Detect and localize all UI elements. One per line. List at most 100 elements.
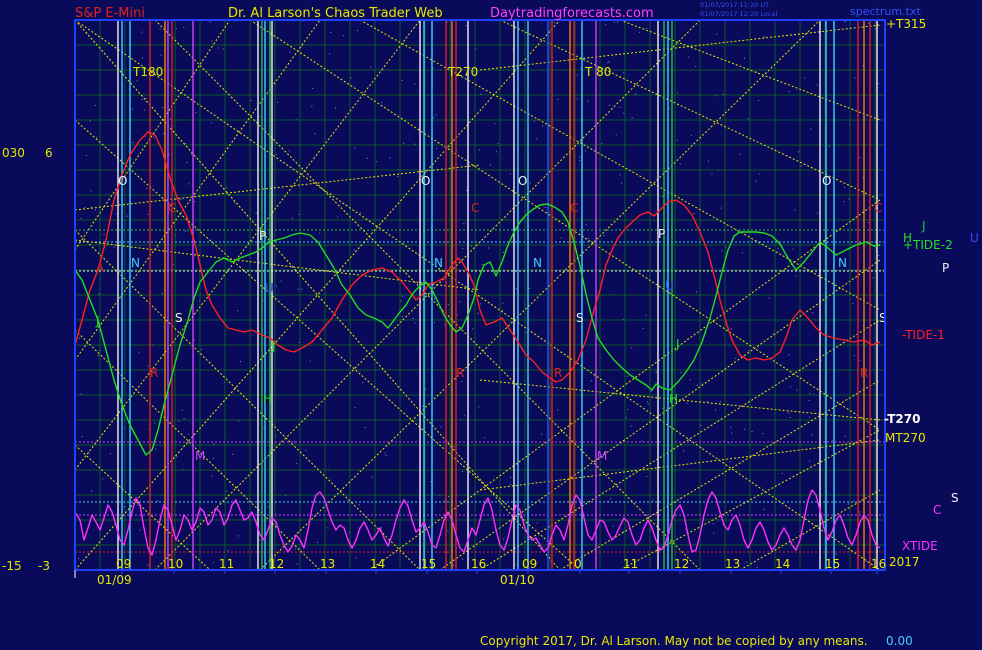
star-dot [84,207,86,209]
star-dot [867,222,869,223]
star-dot [294,441,295,443]
star-dot [319,232,321,234]
star-dot [275,285,277,287]
x-tick-label: 14 [775,557,790,571]
label-mt270: MT270 [885,431,926,445]
star-dot [147,213,149,215]
star-dot [402,295,403,297]
event-letter: H [263,392,272,406]
x-tick-label: 09 [522,557,537,571]
star-dot [259,539,261,541]
star-dot [161,293,163,294]
star-dot [509,173,511,175]
star-dot [453,446,455,448]
star-dot [809,416,811,418]
star-dot [646,476,648,478]
star-dot [630,425,632,427]
star-dot [258,331,260,333]
star-dot [852,302,854,304]
star-dot [872,277,874,279]
x-tick-label: 16 [471,557,486,571]
star-dot [843,187,845,188]
star-dot [695,66,697,67]
star-dot [312,88,314,89]
event-letter: M [597,449,607,463]
star-dot [542,125,544,127]
star-dot [80,217,82,219]
star-dot [362,382,364,383]
star-dot [613,21,615,23]
star-dot [136,80,138,82]
star-dot [853,500,855,502]
star-dot [795,275,797,277]
star-dot [90,190,92,192]
star-dot [113,246,115,248]
star-dot [488,247,489,249]
star-dot [81,436,83,437]
star-dot [642,328,644,329]
star-dot [808,400,810,401]
star-dot [412,318,414,319]
x-tick-label: 10 [168,557,183,571]
star-dot [788,91,790,93]
label-c: C [933,503,941,517]
star-dot [877,83,879,85]
star-dot [758,173,760,175]
star-dot [155,448,157,450]
star-dot [619,174,621,176]
star-dot [145,97,147,99]
x-tick-label: 16 [871,557,886,571]
star-dot [811,434,813,436]
star-dot [544,207,546,208]
star-dot [676,139,678,141]
event-letter: P [658,227,665,241]
star-dot [701,383,703,385]
star-dot [612,525,614,527]
star-dot [484,437,486,439]
date-tick-label: 01/10 [500,573,535,587]
star-dot [296,563,298,565]
star-dot [635,93,636,95]
star-dot [181,409,183,411]
star-dot [843,201,845,203]
star-dot [213,443,215,445]
star-dot [337,216,339,218]
star-dot [787,412,789,414]
star-dot [627,409,629,410]
star-dot [342,35,344,37]
star-dot [159,28,161,30]
star-dot [364,427,366,428]
star-dot [470,245,472,247]
star-dot [223,48,224,50]
star-dot [645,314,647,316]
star-dot [716,33,718,35]
site-url[interactable]: Daytradingforecasts.com [490,6,654,21]
star-dot [157,246,159,248]
star-dot [816,84,818,86]
star-dot [250,100,252,102]
star-dot [226,490,228,492]
star-dot [617,21,618,23]
star-dot [668,108,670,110]
left-axis-top-b: 6 [45,146,53,160]
star-dot [688,56,690,58]
star-dot [126,215,128,217]
star-dot [195,112,197,114]
star-dot [123,506,125,508]
star-dot [160,54,162,56]
star-dot [280,280,282,282]
star-dot [465,25,467,27]
star-dot [516,288,517,290]
label-year: 2017 [889,555,920,569]
event-letter: S [576,311,584,325]
copyright-text: Copyright 2017, Dr. Al Larson. May not b… [480,634,868,648]
star-dot [696,291,698,293]
star-dot [178,420,180,422]
x-tick-label: 12 [269,557,284,571]
left-axis-top-a: 030 [2,146,25,160]
label-plus-tide2: +TIDE-2 [903,238,953,252]
star-dot [744,57,745,59]
star-dot [180,199,182,200]
event-letter: H [669,392,678,406]
star-dot [720,207,722,209]
